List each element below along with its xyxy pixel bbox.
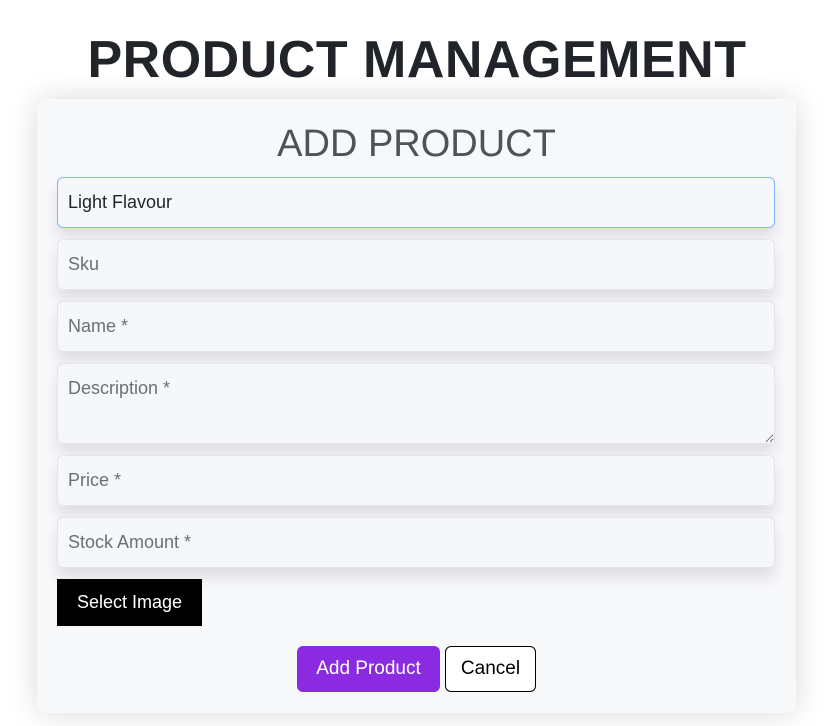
form-title: ADD PRODUCT	[277, 123, 556, 165]
select-image-button[interactable]: Select Image	[57, 579, 202, 626]
stock-amount-input[interactable]	[57, 517, 775, 568]
name-input[interactable]	[57, 301, 775, 352]
price-input[interactable]	[57, 455, 775, 506]
add-product-button[interactable]: Add Product	[297, 646, 440, 692]
sku-input[interactable]	[57, 239, 775, 290]
add-product-card: ADD PRODUCT Select Image Add Product Can…	[37, 99, 796, 713]
page-title: PRODUCT MANAGEMENT	[87, 31, 747, 89]
description-textarea[interactable]	[57, 363, 775, 444]
category-input[interactable]	[57, 177, 775, 228]
cancel-button[interactable]: Cancel	[445, 646, 536, 692]
